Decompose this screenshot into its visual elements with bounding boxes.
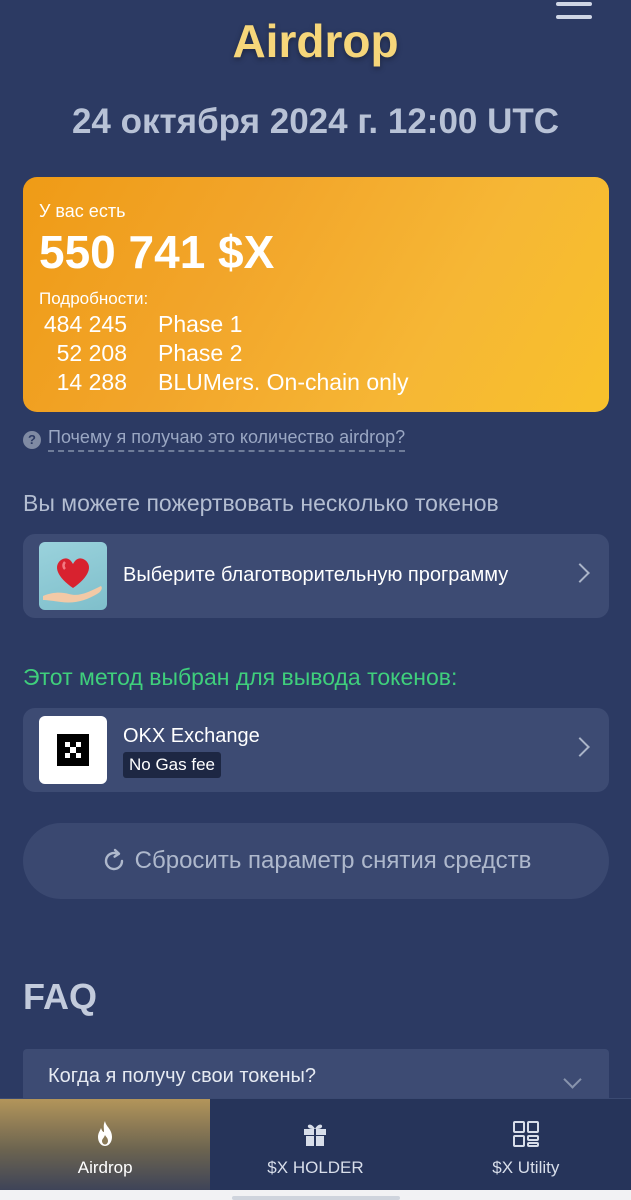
nav-label: Airdrop [77, 1158, 133, 1177]
okx-logo-icon [39, 716, 107, 784]
refresh-icon [104, 848, 123, 871]
details-value: 14 288 [56, 369, 127, 395]
charity-program-label: Выберите благотворительную программу [123, 564, 509, 586]
faq-title: FAQ [23, 976, 98, 1017]
details-row: 14 288 BLUMers. On-chain only [39, 368, 409, 397]
method-name: OKX Exchange [123, 725, 260, 747]
balance-card: У вас есть 550 741 $X Подробности: 484 2… [23, 177, 609, 412]
balance-amount: 550 741 $X [39, 226, 275, 278]
nav-item-x-utility[interactable]: $X Utility [421, 1099, 631, 1191]
chevron-down-icon [563, 1070, 582, 1089]
details-row: 484 245 Phase 1 [39, 310, 409, 339]
details-label: Подробности: [39, 289, 149, 308]
details-name: BLUMers. On-chain only [158, 369, 409, 395]
gift-icon [304, 1124, 327, 1146]
page-title: Airdrop [232, 15, 399, 67]
details-row: 52 208 Phase 2 [39, 339, 409, 368]
flame-icon [98, 1121, 113, 1146]
details-name: Phase 2 [158, 340, 243, 366]
donate-heading: Вы можете пожертвовать несколько токенов [23, 490, 499, 516]
bottom-nav: Airdrop $X HOLDER $X Utility [0, 1098, 631, 1191]
nav-label: $X Utility [492, 1158, 560, 1177]
question-icon: ? [23, 430, 41, 449]
nav-label: $X HOLDER [267, 1158, 364, 1177]
reset-withdrawal-label: Сбросить параметр снятия средств [134, 847, 532, 874]
details-list: 484 245 Phase 1 52 208 Phase 2 14 288 BL… [39, 310, 409, 397]
charity-program-card[interactable]: Выберите благотворительную программу [23, 534, 609, 618]
grid-icon [512, 1121, 539, 1147]
nav-item-airdrop[interactable]: Airdrop [0, 1099, 211, 1191]
faq-question: Когда я получу свои токены? [48, 1065, 317, 1087]
chevron-right-icon [570, 563, 590, 583]
no-gas-badge: No Gas fee [123, 752, 221, 778]
why-amount-text: Почему я получаю это количество airdrop? [48, 427, 406, 452]
airdrop-date: 24 октября 2024 г. 12:00 UTC [71, 102, 560, 141]
method-heading: Этот метод выбран для вывода токенов: [23, 664, 458, 690]
reset-withdrawal-button[interactable]: Сбросить параметр снятия средств [23, 823, 609, 899]
details-value: 484 245 [43, 311, 127, 337]
chevron-right-icon [570, 737, 590, 757]
details-name: Phase 1 [158, 311, 243, 337]
withdraw-method-card[interactable]: OKX Exchange No Gas fee [23, 708, 609, 792]
balance-label: У вас есть [39, 201, 126, 221]
nav-item-x-holder[interactable]: $X HOLDER [210, 1099, 420, 1191]
heart-hand-icon [39, 542, 107, 610]
home-indicator[interactable] [232, 1196, 400, 1200]
why-amount-link[interactable]: ? Почему я получаю это количество airdro… [23, 427, 406, 452]
details-value: 52 208 [56, 340, 127, 366]
